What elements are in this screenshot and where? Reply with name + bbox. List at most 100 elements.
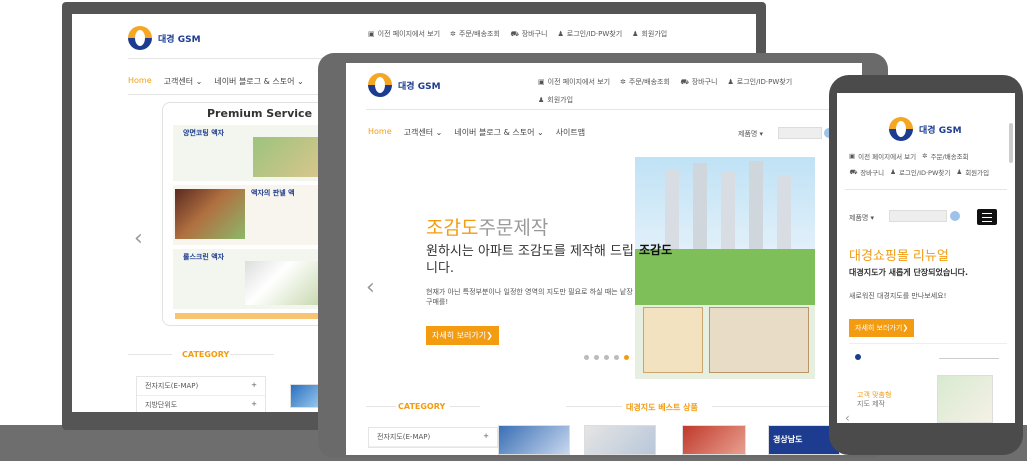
nav-home[interactable]: Home [128,76,152,87]
phone-description: 새로워진 대경지도를 만나보세요! [849,292,947,300]
phone-mini-image [937,375,993,423]
premium-card[interactable]: 양면코팅 액자 [173,125,323,181]
logo-mark-icon [889,117,913,141]
gear-icon: ✲ [450,30,456,38]
laptop-logo[interactable]: 대경 GSM [128,26,201,50]
join-link[interactable]: ♟ 회원가입 [956,167,989,177]
phone-screen: 대경 GSM ▣ 이전 페이지에서 보기 ✲ 주문/배송조회 ⛟ 장바구니 ♟ 로그인/… [837,93,1015,423]
cart-icon: ⛟ [679,77,689,86]
mini-logo-icon [855,354,861,360]
nav-sitemap[interactable]: 사이트맵 [556,127,585,138]
tablet-nav: Home 고객센터 ⌄ 네이버 블로그 & 스토어 ⌄ 사이트맵 [368,127,585,138]
monitor-icon: ▣ [849,152,856,160]
tablet-search-input[interactable] [778,127,822,139]
plus-icon: + [251,381,257,389]
carousel-dot[interactable] [614,355,619,360]
logo-text: 대경 GSM [398,81,441,92]
phone-search-input[interactable] [889,210,947,222]
phone-search-label[interactable]: 제품명 ▾ [849,213,874,223]
best-rule [712,406,832,407]
cart-link[interactable]: ⛟ 장바구니 [680,77,718,87]
user-plus-icon: ♟ [538,96,545,104]
recent-link[interactable]: ▣ 이전 페이지에서 보기 [849,151,916,161]
category-rule [128,354,172,355]
nav-blog[interactable]: 네이버 블로그 & 스토어 ⌄ [454,127,543,138]
user-plus-icon: ♟ [632,30,639,38]
category-item[interactable]: 지방단위도 + [137,396,265,412]
phone-mini-title: 고객 맞춤형 지도 제작 [857,391,892,408]
join-link[interactable]: ♟ 회원가입 [632,29,667,39]
premium-card[interactable]: 롤스크린 액자 [173,249,323,309]
tablet-device: 대경 GSM ▣ 이전 페이지에서 보기 ✲ 주문/배송조회 ⛟ 장바구니 ♟ 로그인/… [318,53,888,458]
banner-tower [777,175,791,249]
card-image [175,189,245,239]
search-button-icon[interactable] [950,211,960,221]
tablet-top-links: ▣ 이전 페이지에서 보기 ✲ 주문/배송조회 ⛟ 장바구니 ♟ 로그인/ID·PW찾기… [538,77,828,105]
banner-tower [693,163,707,249]
phone-cta-button[interactable]: 자세히 보러가기❯ [849,319,915,337]
phone-device: 대경 GSM ▣ 이전 페이지에서 보기 ✲ 주문/배송조회 ⛟ 장바구니 ♟ 로그인/… [829,75,1023,455]
laptop-category-title: CATEGORY [182,350,230,359]
premium-service-panel: Premium Service 양면코팅 액자 액자의 판넬 액 롤스크린 액자 [162,102,332,326]
hamburger-menu-icon[interactable] [977,209,997,225]
card-image [253,137,319,177]
phone-subheadline: 대경지도가 새롭게 단장되었습니다. [849,268,969,277]
hero-description: 현재가 아닌 특정부분이나 일정한 영역의 지도만 필요로 하실 때는 낱장구매… [426,288,633,306]
laptop-prev-arrow[interactable]: ‹ [134,226,143,251]
recent-link[interactable]: ▣ 이전 페이지에서 보기 [368,29,440,39]
order-link[interactable]: ✲ 주문/배송조회 [450,29,500,39]
carousel-dots [584,355,629,360]
responsive-mockup: 대경 GSM ▣ 이전 페이지에서 보기 ✲ 주문/배송조회 ⛟ 장바구니 ♟ 로그인/… [0,0,1027,461]
carousel-dot-active[interactable] [624,355,629,360]
laptop-category-list: 전자지도(E-MAP) + 지방단위도 + [136,376,266,412]
cart-link[interactable]: ⛟ 장바구니 [849,167,884,178]
category-rule [366,406,396,407]
user-icon: ♟ [890,168,896,176]
carousel-dot[interactable] [594,355,599,360]
nav-blog[interactable]: 네이버 블로그 & 스토어 ⌄ [214,76,303,87]
tablet-search-label[interactable]: 제품명 ▾ [738,129,763,139]
floorplan-image [643,307,703,373]
recent-link[interactable]: ▣ 이전 페이지에서 보기 [538,77,610,87]
tablet-category-list: 전자지도(E-MAP) + [368,427,498,448]
mini-links [939,358,999,359]
category-item[interactable]: 전자지도(E-MAP) + [369,428,497,447]
laptop-top-links: ▣ 이전 페이지에서 보기 ✲ 주문/배송조회 ⛟ 장바구니 ♟ 로그인/ID·PW찾기… [368,29,667,39]
tablet-logo[interactable]: 대경 GSM [368,73,441,97]
premium-title: Premium Service [207,107,313,120]
carousel-dot[interactable] [604,355,609,360]
tablet-prev-arrow[interactable]: ‹ [366,275,375,300]
phone-mini-preview [849,343,1007,369]
phone-logo[interactable]: 대경 GSM [889,117,962,141]
best-product-thumb[interactable] [584,425,656,455]
login-link[interactable]: ♟ 로그인/ID·PW찾기 [558,29,623,39]
category-rule [450,406,480,407]
phone-prev-arrow[interactable]: ‹ [845,411,850,423]
nav-support[interactable]: 고객센터 ⌄ [404,127,443,138]
best-product-thumb[interactable] [498,425,570,455]
hero-title: 조감도주문제작 [426,217,549,239]
login-link[interactable]: ♟ 로그인/ID·PW찾기 [890,167,950,177]
scrollbar-thumb[interactable] [1009,123,1013,163]
monitor-icon: ▣ [538,78,545,86]
plus-icon: + [483,432,489,440]
premium-card[interactable]: 액자의 판넬 액 [173,185,323,245]
carousel-dot[interactable] [584,355,589,360]
premium-footer-strip [175,313,321,319]
category-item[interactable]: 전자지도(E-MAP) + [137,377,265,396]
header-divider [845,189,1007,190]
banner-title: 조감도 [639,243,673,257]
order-link[interactable]: ✲ 주문/배송조회 [922,151,969,161]
cart-link[interactable]: ⛟ 장바구니 [510,29,548,39]
user-plus-icon: ♟ [956,168,963,176]
user-icon: ♟ [557,30,564,38]
join-link[interactable]: ♟ 회원가입 [538,95,573,105]
nav-support[interactable]: 고객센터 ⌄ [164,76,203,87]
best-product-thumb[interactable] [682,425,746,455]
banner-tower [721,171,735,249]
order-link[interactable]: ✲ 주문/배송조회 [620,77,670,87]
login-link[interactable]: ♟ 로그인/ID·PW찾기 [728,77,793,87]
nav-home[interactable]: Home [368,127,392,138]
hero-cta-button[interactable]: 자세히 보러가기❯ [426,326,499,345]
monitor-icon: ▣ [368,30,375,38]
